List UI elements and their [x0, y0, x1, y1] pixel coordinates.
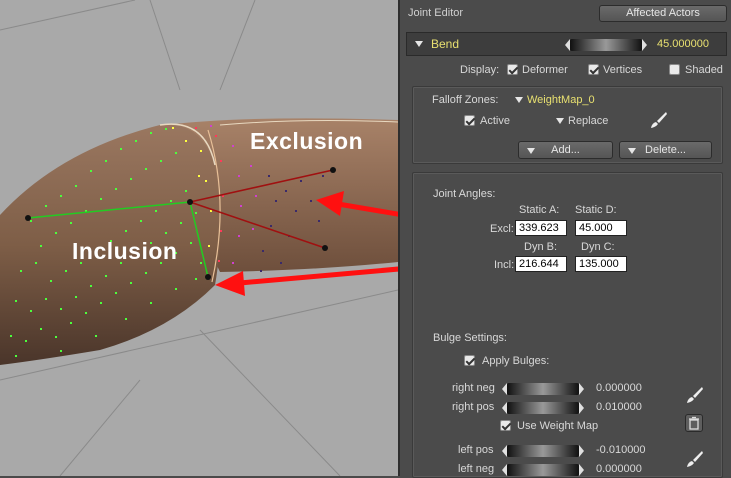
panel-title: Joint Editor: [408, 7, 464, 19]
viewport-scene: [0, 0, 398, 476]
bend-header[interactable]: Bend 45.000000: [406, 32, 727, 56]
left-neg-label: left neg: [458, 463, 495, 475]
left-pos-dial[interactable]: [502, 445, 584, 457]
vertices-label: Vertices: [603, 64, 643, 76]
apply-bulges-label: Apply Bulges:: [482, 355, 550, 367]
active-label: Active: [480, 115, 510, 127]
inclusion-label: Inclusion: [72, 238, 178, 264]
bend-collapse-icon[interactable]: [415, 41, 423, 47]
static-a-label: Static A:: [519, 204, 560, 216]
replace-select[interactable]: Replace: [568, 115, 608, 127]
incl-dyn-c-field[interactable]: 135.000: [575, 256, 627, 272]
incl-label: Incl:: [494, 259, 515, 271]
left-neg-value[interactable]: 0.000000: [596, 463, 642, 475]
left-pos-value[interactable]: -0.010000: [596, 444, 646, 456]
dyn-c-label: Dyn C:: [581, 241, 615, 253]
left-bulge-paint-brush-icon[interactable]: [686, 450, 704, 468]
joint-angles-label: Joint Angles:: [433, 188, 496, 200]
bend-label: Bend: [431, 37, 460, 51]
use-weight-map-label: Use Weight Map: [517, 420, 599, 432]
weightmap-select[interactable]: WeightMap_0: [527, 94, 595, 106]
trash-icon[interactable]: [685, 414, 703, 432]
bulge-paint-brush-icon[interactable]: [686, 386, 704, 404]
shaded-checkbox[interactable]: [669, 64, 680, 75]
vertices-checkbox[interactable]: [588, 64, 599, 75]
active-checkbox[interactable]: [464, 115, 475, 126]
shaded-label: Shaded: [685, 64, 723, 76]
weightmap-dropdown-icon[interactable]: [515, 97, 523, 103]
left-neg-dial[interactable]: [502, 464, 584, 476]
incl-dyn-b-field[interactable]: 216.644: [515, 256, 567, 272]
dyn-b-label: Dyn B:: [524, 241, 558, 253]
deformer-checkbox[interactable]: [507, 64, 518, 75]
paint-brush-icon[interactable]: [650, 111, 668, 129]
bend-dial[interactable]: [565, 39, 647, 51]
affected-actors-button[interactable]: Affected Actors: [599, 5, 727, 22]
joint-angles-group: [412, 172, 723, 478]
right-pos-label: right pos: [452, 401, 495, 413]
right-neg-value[interactable]: 0.000000: [596, 382, 642, 394]
excl-static-d-field[interactable]: 45.000: [575, 220, 627, 236]
apply-bulges-checkbox[interactable]: [464, 355, 475, 366]
right-neg-label: right neg: [452, 382, 495, 394]
3d-viewport[interactable]: Exclusion Inclusion: [0, 0, 398, 476]
excl-static-a-field[interactable]: 339.623: [515, 220, 567, 236]
static-d-label: Static D:: [575, 204, 617, 216]
right-pos-value[interactable]: 0.010000: [596, 401, 642, 413]
excl-label: Excl:: [490, 223, 514, 235]
display-label: Display:: [460, 64, 500, 76]
exclusion-label: Exclusion: [250, 128, 364, 154]
add-zone-button[interactable]: Add...: [518, 141, 613, 159]
replace-dropdown-icon[interactable]: [556, 118, 564, 124]
deformer-label: Deformer: [522, 64, 568, 76]
joint-editor-panel: Joint Editor Affected Actors Bend 45.000…: [398, 0, 731, 478]
left-pos-label: left pos: [458, 444, 494, 456]
bend-value[interactable]: 45.000000: [657, 38, 709, 50]
delete-zone-button[interactable]: Delete...: [619, 141, 712, 159]
bulge-settings-label: Bulge Settings:: [433, 332, 507, 344]
use-weight-map-checkbox[interactable]: [500, 420, 511, 431]
right-pos-dial[interactable]: [502, 402, 584, 414]
right-neg-dial[interactable]: [502, 383, 584, 395]
falloff-zones-label: Falloff Zones:: [432, 94, 499, 106]
